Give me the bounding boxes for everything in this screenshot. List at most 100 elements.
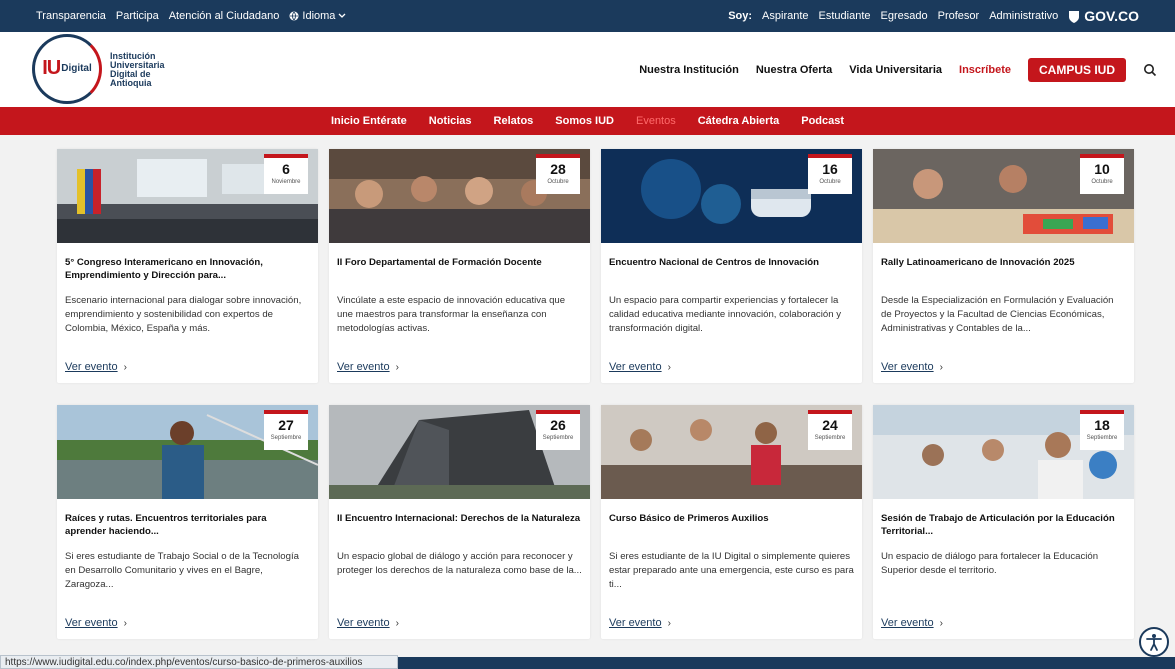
ver-evento-link[interactable]: Ver evento › (601, 361, 862, 383)
site-logo[interactable]: IU Digital Institución Universitaria Digi… (32, 33, 180, 104)
chevron-right-icon: › (667, 361, 671, 373)
event-date: 18 Septiembre (1080, 410, 1124, 450)
accessibility-icon (1146, 634, 1162, 651)
event-description: Un espacio global de diálogo y acción pa… (337, 551, 582, 576)
language-label: Idioma (302, 10, 336, 22)
subnav-noticias[interactable]: Noticias (429, 115, 472, 127)
profile-links: Soy: Aspirante Estudiante Egresado Profe… (728, 8, 1139, 24)
subnav-podcast[interactable]: Podcast (801, 115, 844, 127)
subnav-catedra[interactable]: Cátedra Abierta (698, 115, 780, 127)
event-date: 24 Septiembre (808, 410, 852, 450)
event-month: Octubre (1091, 179, 1113, 185)
ver-evento-label: Ver evento (881, 617, 934, 629)
event-date: 28 Octubre (536, 154, 580, 194)
event-image[interactable]: 28 Octubre (329, 149, 590, 243)
event-day: 16 (822, 161, 838, 177)
event-image[interactable]: 26 Septiembre (329, 405, 590, 499)
nav-nuestra-institucion[interactable]: Nuestra Institución (639, 64, 739, 76)
event-title[interactable]: 5° Congreso Interamericano en Innovación… (57, 243, 318, 290)
event-date: 27 Septiembre (264, 410, 308, 450)
event-image[interactable]: 6 Noviembre (57, 149, 318, 243)
ver-evento-link[interactable]: Ver evento › (329, 617, 590, 639)
ver-evento-link[interactable]: Ver evento › (329, 361, 590, 383)
chevron-right-icon: › (123, 361, 127, 373)
event-title[interactable]: Sesión de Trabajo de Articulación por la… (873, 499, 1134, 546)
chevron-right-icon: › (939, 617, 943, 629)
nav-inscribete[interactable]: Inscríbete (959, 64, 1011, 76)
event-card[interactable]: 16 Octubre Encuentro Nacional de Centros … (601, 149, 862, 383)
event-image[interactable]: 27 Septiembre (57, 405, 318, 499)
govco-text: GOV.CO (1084, 8, 1139, 24)
profile-administrativo[interactable]: Administrativo (989, 10, 1058, 22)
event-image[interactable]: 10 Octubre (873, 149, 1134, 243)
event-day: 6 (282, 161, 290, 177)
shield-icon (1069, 10, 1080, 23)
event-month: Noviembre (271, 179, 301, 185)
event-day: 28 (550, 161, 566, 177)
event-title[interactable]: II Foro Departamental de Formación Docen… (329, 243, 590, 290)
chevron-right-icon: › (667, 617, 671, 629)
ver-evento-label: Ver evento (65, 361, 118, 373)
event-card[interactable]: 27 Septiembre Raíces y rutas. Encuentros … (57, 405, 318, 639)
logo-name: Institución Universitaria Digital de Ant… (110, 50, 165, 88)
event-month: Septiembre (542, 435, 574, 441)
link-atencion[interactable]: Atención al Ciudadano (169, 10, 280, 22)
ver-evento-label: Ver evento (609, 361, 662, 373)
ver-evento-link[interactable]: Ver evento › (601, 617, 862, 639)
nav-nuestra-oferta[interactable]: Nuestra Oferta (756, 64, 832, 76)
event-image[interactable]: 24 Septiembre (601, 405, 862, 499)
nav-vida-universitaria[interactable]: Vida Universitaria (849, 64, 942, 76)
ver-evento-label: Ver evento (337, 617, 390, 629)
ver-evento-link[interactable]: Ver evento › (57, 361, 318, 383)
event-title[interactable]: Raíces y rutas. Encuentros territoriales… (57, 499, 318, 546)
event-image[interactable]: 16 Octubre (601, 149, 862, 243)
chevron-down-icon (338, 13, 346, 18)
ver-evento-label: Ver evento (337, 361, 390, 373)
ver-evento-link[interactable]: Ver evento › (57, 617, 318, 639)
campus-button[interactable]: CAMPUS IUD (1027, 57, 1126, 82)
main-nav: Nuestra Institución Nuestra Oferta Vida … (639, 57, 1157, 82)
subnav-relatos[interactable]: Relatos (494, 115, 534, 127)
main-header: IU Digital Institución Universitaria Digi… (0, 32, 1175, 107)
event-title[interactable]: II Encuentro Internacional: Derechos de … (329, 499, 590, 546)
event-description: Si eres estudiante de la IU Digital o si… (609, 551, 854, 590)
event-description: Si eres estudiante de Trabajo Social o d… (65, 551, 299, 590)
status-url: https://www.iudigital.edu.co/index.php/e… (0, 655, 398, 669)
event-title[interactable]: Encuentro Nacional de Centros de Innovac… (601, 243, 862, 290)
ver-evento-link[interactable]: Ver evento › (873, 361, 1134, 383)
search-icon[interactable] (1143, 63, 1157, 77)
event-card[interactable]: 10 Octubre Rally Latinoamericano de Innov… (873, 149, 1134, 383)
subnav-somos-iud[interactable]: Somos IUD (555, 115, 614, 127)
event-card[interactable]: 28 Octubre II Foro Departamental de Forma… (329, 149, 590, 383)
link-participa[interactable]: Participa (116, 10, 159, 22)
event-title[interactable]: Curso Básico de Primeros Auxilios (601, 499, 862, 546)
link-transparencia[interactable]: Transparencia (36, 10, 106, 22)
event-description: Un espacio de diálogo para fortalecer la… (881, 551, 1099, 576)
ver-evento-link[interactable]: Ver evento › (873, 617, 1134, 639)
profile-aspirante[interactable]: Aspirante (762, 10, 808, 22)
profile-profesor[interactable]: Profesor (938, 10, 980, 22)
event-day: 27 (278, 417, 294, 433)
ver-evento-label: Ver evento (65, 617, 118, 629)
ver-evento-label: Ver evento (609, 617, 662, 629)
subnav-inicio[interactable]: Inicio Entérate (331, 115, 407, 127)
profile-egresado[interactable]: Egresado (881, 10, 928, 22)
event-image[interactable]: 18 Septiembre (873, 405, 1134, 499)
event-month: Octubre (547, 179, 569, 185)
event-card[interactable]: 24 Septiembre Curso Básico de Primeros Au… (601, 405, 862, 639)
language-selector[interactable]: Idioma (289, 10, 346, 22)
event-date: 10 Octubre (1080, 154, 1124, 194)
event-day: 10 (1094, 161, 1110, 177)
accessibility-button[interactable] (1139, 627, 1169, 657)
event-month: Octubre (819, 179, 841, 185)
event-card[interactable]: 26 Septiembre II Encuentro Internacional:… (329, 405, 590, 639)
profile-estudiante[interactable]: Estudiante (819, 10, 871, 22)
event-title[interactable]: Rally Latinoamericano de Innovación 2025 (873, 243, 1134, 290)
subnav-eventos[interactable]: Eventos (636, 115, 676, 127)
govco-logo[interactable]: GOV.CO (1068, 8, 1139, 24)
bottom-bar (398, 657, 1175, 669)
event-card[interactable]: 6 Noviembre 5° Congreso Interamericano en… (57, 149, 318, 383)
chevron-right-icon: › (395, 617, 399, 629)
event-date: 16 Octubre (808, 154, 852, 194)
event-card[interactable]: 18 Septiembre Sesión de Trabajo de Articu… (873, 405, 1134, 639)
